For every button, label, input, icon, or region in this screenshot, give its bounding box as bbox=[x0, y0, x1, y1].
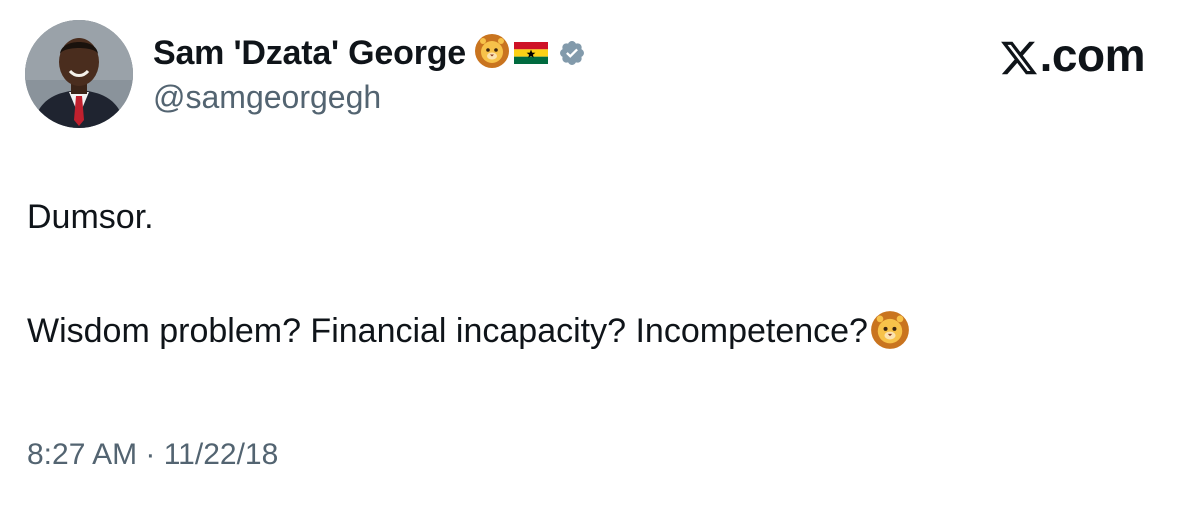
lion-face-icon bbox=[474, 33, 510, 74]
display-name[interactable]: Sam 'Dzata' George bbox=[153, 34, 466, 73]
ghana-flag-icon bbox=[514, 42, 549, 64]
tweet-paragraph-2: Wisdom problem? Financial incapacity? In… bbox=[27, 309, 1167, 361]
tweet-paragraph-2-text: Wisdom problem? Financial incapacity? In… bbox=[27, 312, 868, 350]
tweet-timestamp[interactable]: 8:27 AM · 11/22/18 bbox=[27, 438, 278, 472]
lion-face-icon bbox=[870, 310, 910, 361]
author-handle[interactable]: @samgeorgegh bbox=[153, 79, 381, 116]
x-logo-icon bbox=[999, 35, 1039, 75]
x-brand-label: .com bbox=[999, 28, 1146, 82]
avatar[interactable] bbox=[25, 20, 133, 128]
avatar-portrait bbox=[25, 20, 133, 128]
author-row: Sam 'Dzata' George bbox=[153, 30, 586, 76]
tweet-text: Dumsor. Wisdom problem? Financial incapa… bbox=[27, 195, 1167, 361]
verified-badge-icon[interactable] bbox=[558, 39, 586, 67]
brand-domain-text: .com bbox=[1039, 29, 1146, 81]
tweet-paragraph-1: Dumsor. bbox=[27, 198, 154, 236]
tweet-card: Sam 'Dzata' George @samgeorgegh .com Dum… bbox=[0, 0, 1200, 505]
